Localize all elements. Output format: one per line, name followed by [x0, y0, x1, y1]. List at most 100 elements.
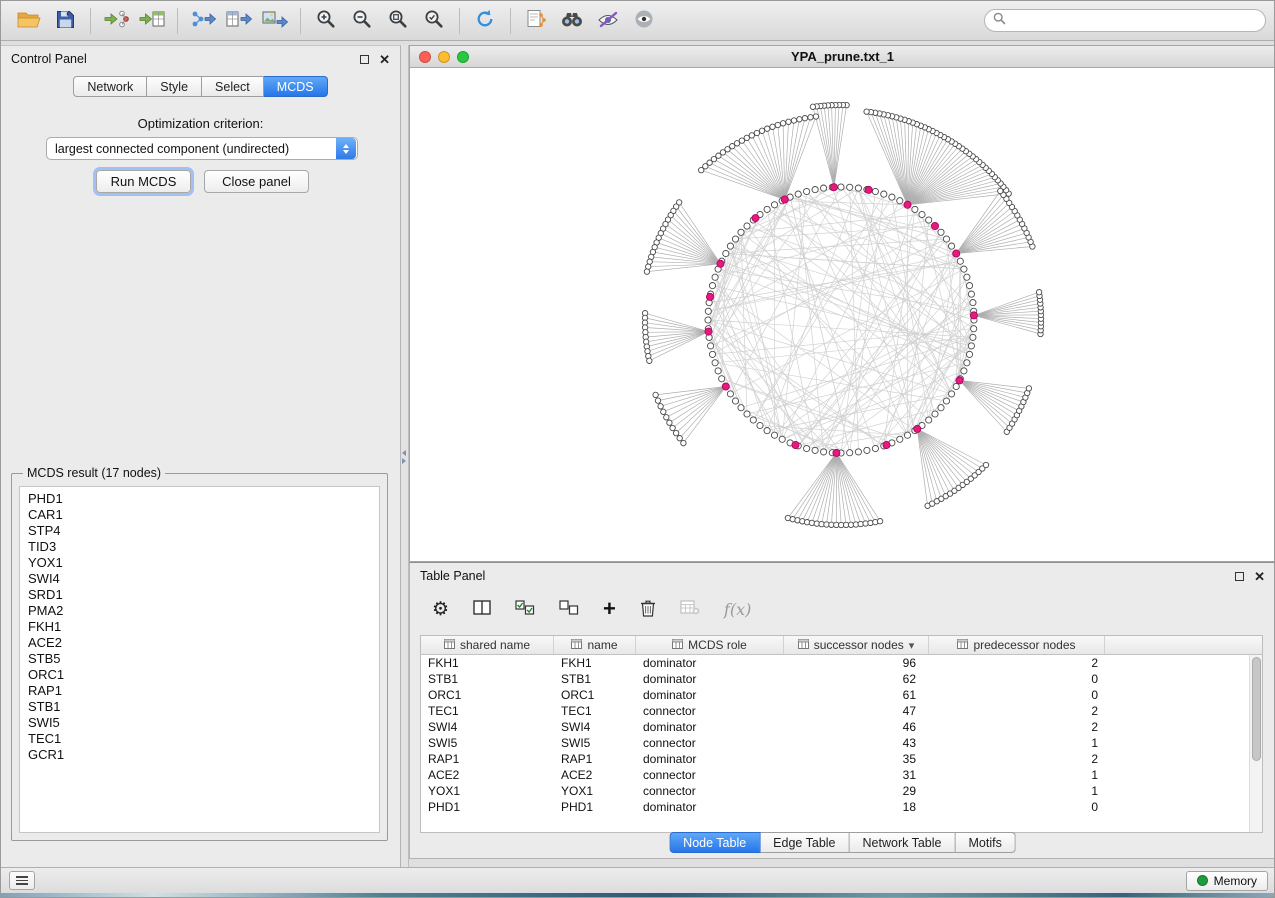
task-history-button[interactable] [9, 871, 35, 890]
save-session-button[interactable] [47, 5, 83, 37]
tab-network-table[interactable]: Network Table [850, 832, 956, 853]
cell-predecessor-nodes: 2 [929, 656, 1105, 670]
column-header-shared-name[interactable]: shared name [421, 636, 554, 654]
tab-mcds[interactable]: MCDS [264, 76, 328, 97]
export-network-icon [190, 9, 216, 32]
mcds-result-item[interactable]: ACE2 [20, 635, 379, 651]
float-panel-icon[interactable] [360, 55, 369, 64]
mcds-result-list[interactable]: PHD1CAR1STP4TID3YOX1SWI4SRD1PMA2FKH1ACE2… [19, 486, 380, 833]
table-row[interactable]: STB1STB1dominator620 [421, 671, 1249, 687]
zoom-out-button[interactable] [344, 5, 380, 37]
table-scrollbar[interactable] [1249, 655, 1262, 832]
table-row[interactable]: SWI5SWI5connector431 [421, 735, 1249, 751]
network-canvas[interactable] [410, 68, 1275, 561]
optimization-dropdown[interactable]: largest connected component (undirected) [46, 137, 358, 160]
zoom-in-button[interactable] [308, 5, 344, 37]
splitter-grip-icon[interactable] [402, 450, 406, 464]
memory-button[interactable]: Memory [1186, 871, 1268, 891]
import-table-file-button[interactable] [134, 5, 170, 37]
tab-node-table[interactable]: Node Table [669, 832, 760, 853]
mcds-result-item[interactable]: STB5 [20, 651, 379, 667]
table-row[interactable]: FKH1FKH1dominator962 [421, 655, 1249, 671]
window-close-light[interactable] [419, 51, 431, 63]
column-header-predecessor-nodes[interactable]: predecessor nodes [929, 636, 1105, 654]
tab-edge-table[interactable]: Edge Table [760, 832, 849, 853]
tab-select[interactable]: Select [202, 76, 264, 97]
find-button[interactable] [554, 5, 590, 37]
column-header-name[interactable]: name [554, 636, 636, 654]
table-row[interactable]: SWI4SWI4dominator462 [421, 719, 1249, 735]
toggle-detail-button[interactable] [590, 5, 626, 37]
cell-mcds-role: connector [636, 736, 784, 750]
cell-shared-name: PHD1 [421, 800, 554, 814]
control-panel-tab-bar: Network Style Select MCDS [1, 76, 400, 97]
table-scrollbar-thumb[interactable] [1252, 657, 1261, 761]
show-graphics-button[interactable] [626, 5, 662, 37]
import-network-file-button[interactable] [98, 5, 134, 37]
mcds-result-item[interactable]: TEC1 [20, 731, 379, 747]
delete-column-button[interactable] [640, 599, 656, 620]
add-column-button[interactable]: + [603, 598, 616, 620]
table-row[interactable]: ACE2ACE2connector311 [421, 767, 1249, 783]
table-settings-button[interactable]: ⚙ [432, 600, 449, 619]
mcds-result-item[interactable]: CAR1 [20, 507, 379, 523]
table-row[interactable]: PHD1PHD1dominator180 [421, 799, 1249, 815]
window-zoom-light[interactable] [457, 51, 469, 63]
export-image-button[interactable] [257, 5, 293, 37]
table-row[interactable]: ORC1ORC1dominator610 [421, 687, 1249, 703]
mcds-result-item[interactable]: PMA2 [20, 603, 379, 619]
dropdown-selected-value: largest connected component (undirected) [47, 142, 336, 156]
open-session-button[interactable] [11, 5, 47, 37]
show-columns-button[interactable] [473, 600, 491, 618]
tab-motifs[interactable]: Motifs [955, 832, 1015, 853]
close-panel-icon[interactable]: ✕ [1254, 570, 1265, 583]
mcds-result-item[interactable]: SWI4 [20, 571, 379, 587]
delete-table-button[interactable] [680, 600, 700, 618]
zoom-selected-button[interactable] [416, 5, 452, 37]
mcds-result-item[interactable]: PHD1 [20, 491, 379, 507]
close-panel-icon[interactable]: ✕ [379, 53, 390, 66]
cell-mcds-role: connector [636, 784, 784, 798]
column-header-successor-nodes[interactable]: successor nodes▾ [784, 636, 929, 654]
close-panel-button[interactable]: Close panel [204, 170, 309, 193]
table-row[interactable]: TEC1TEC1connector472 [421, 703, 1249, 719]
table-row[interactable]: YOX1YOX1connector291 [421, 783, 1249, 799]
mcds-result-item[interactable]: YOX1 [20, 555, 379, 571]
mcds-result-item[interactable]: SRD1 [20, 587, 379, 603]
mcds-result-item[interactable]: RAP1 [20, 683, 379, 699]
zoom-fit-button[interactable] [380, 5, 416, 37]
tab-network[interactable]: Network [73, 76, 147, 97]
mcds-result-item[interactable]: FKH1 [20, 619, 379, 635]
export-network-button[interactable] [185, 5, 221, 37]
table-row[interactable]: RAP1RAP1dominator352 [421, 751, 1249, 767]
export-web-page-button[interactable] [518, 5, 554, 37]
column-header-mcds-role[interactable]: MCDS role [636, 636, 784, 654]
mcds-result-item[interactable]: STB1 [20, 699, 379, 715]
select-all-button[interactable] [515, 600, 535, 619]
function-builder-button[interactable]: f(x) [724, 600, 751, 619]
mcds-result-item[interactable]: SWI5 [20, 715, 379, 731]
optimization-criterion-label: Optimization criterion: [1, 116, 400, 131]
search-box[interactable] [984, 9, 1266, 32]
sort-caret-icon[interactable]: ▾ [909, 639, 915, 652]
float-panel-icon[interactable] [1235, 572, 1244, 581]
mcds-result-title: MCDS result (17 nodes) [23, 466, 165, 480]
window-minimize-light[interactable] [438, 51, 450, 63]
tab-style[interactable]: Style [147, 76, 202, 97]
deselect-all-button[interactable] [559, 600, 579, 619]
cell-successor-nodes: 46 [784, 720, 929, 734]
mcds-result-item[interactable]: GCR1 [20, 747, 379, 763]
mcds-result-item[interactable]: TID3 [20, 539, 379, 555]
panel-splitter[interactable] [401, 45, 409, 867]
mcds-result-item[interactable]: ORC1 [20, 667, 379, 683]
refresh-view-button[interactable] [467, 5, 503, 37]
cell-shared-name: ORC1 [421, 688, 554, 702]
run-mcds-button[interactable]: Run MCDS [96, 170, 191, 193]
export-table-button[interactable] [221, 5, 257, 37]
cell-predecessor-nodes: 2 [929, 704, 1105, 718]
table-toolbar: ⚙ + f(x) [410, 591, 1275, 627]
mcds-result-item[interactable]: STP4 [20, 523, 379, 539]
cell-successor-nodes: 47 [784, 704, 929, 718]
uncheck-all-icon [559, 600, 579, 619]
search-input[interactable] [1011, 14, 1257, 28]
